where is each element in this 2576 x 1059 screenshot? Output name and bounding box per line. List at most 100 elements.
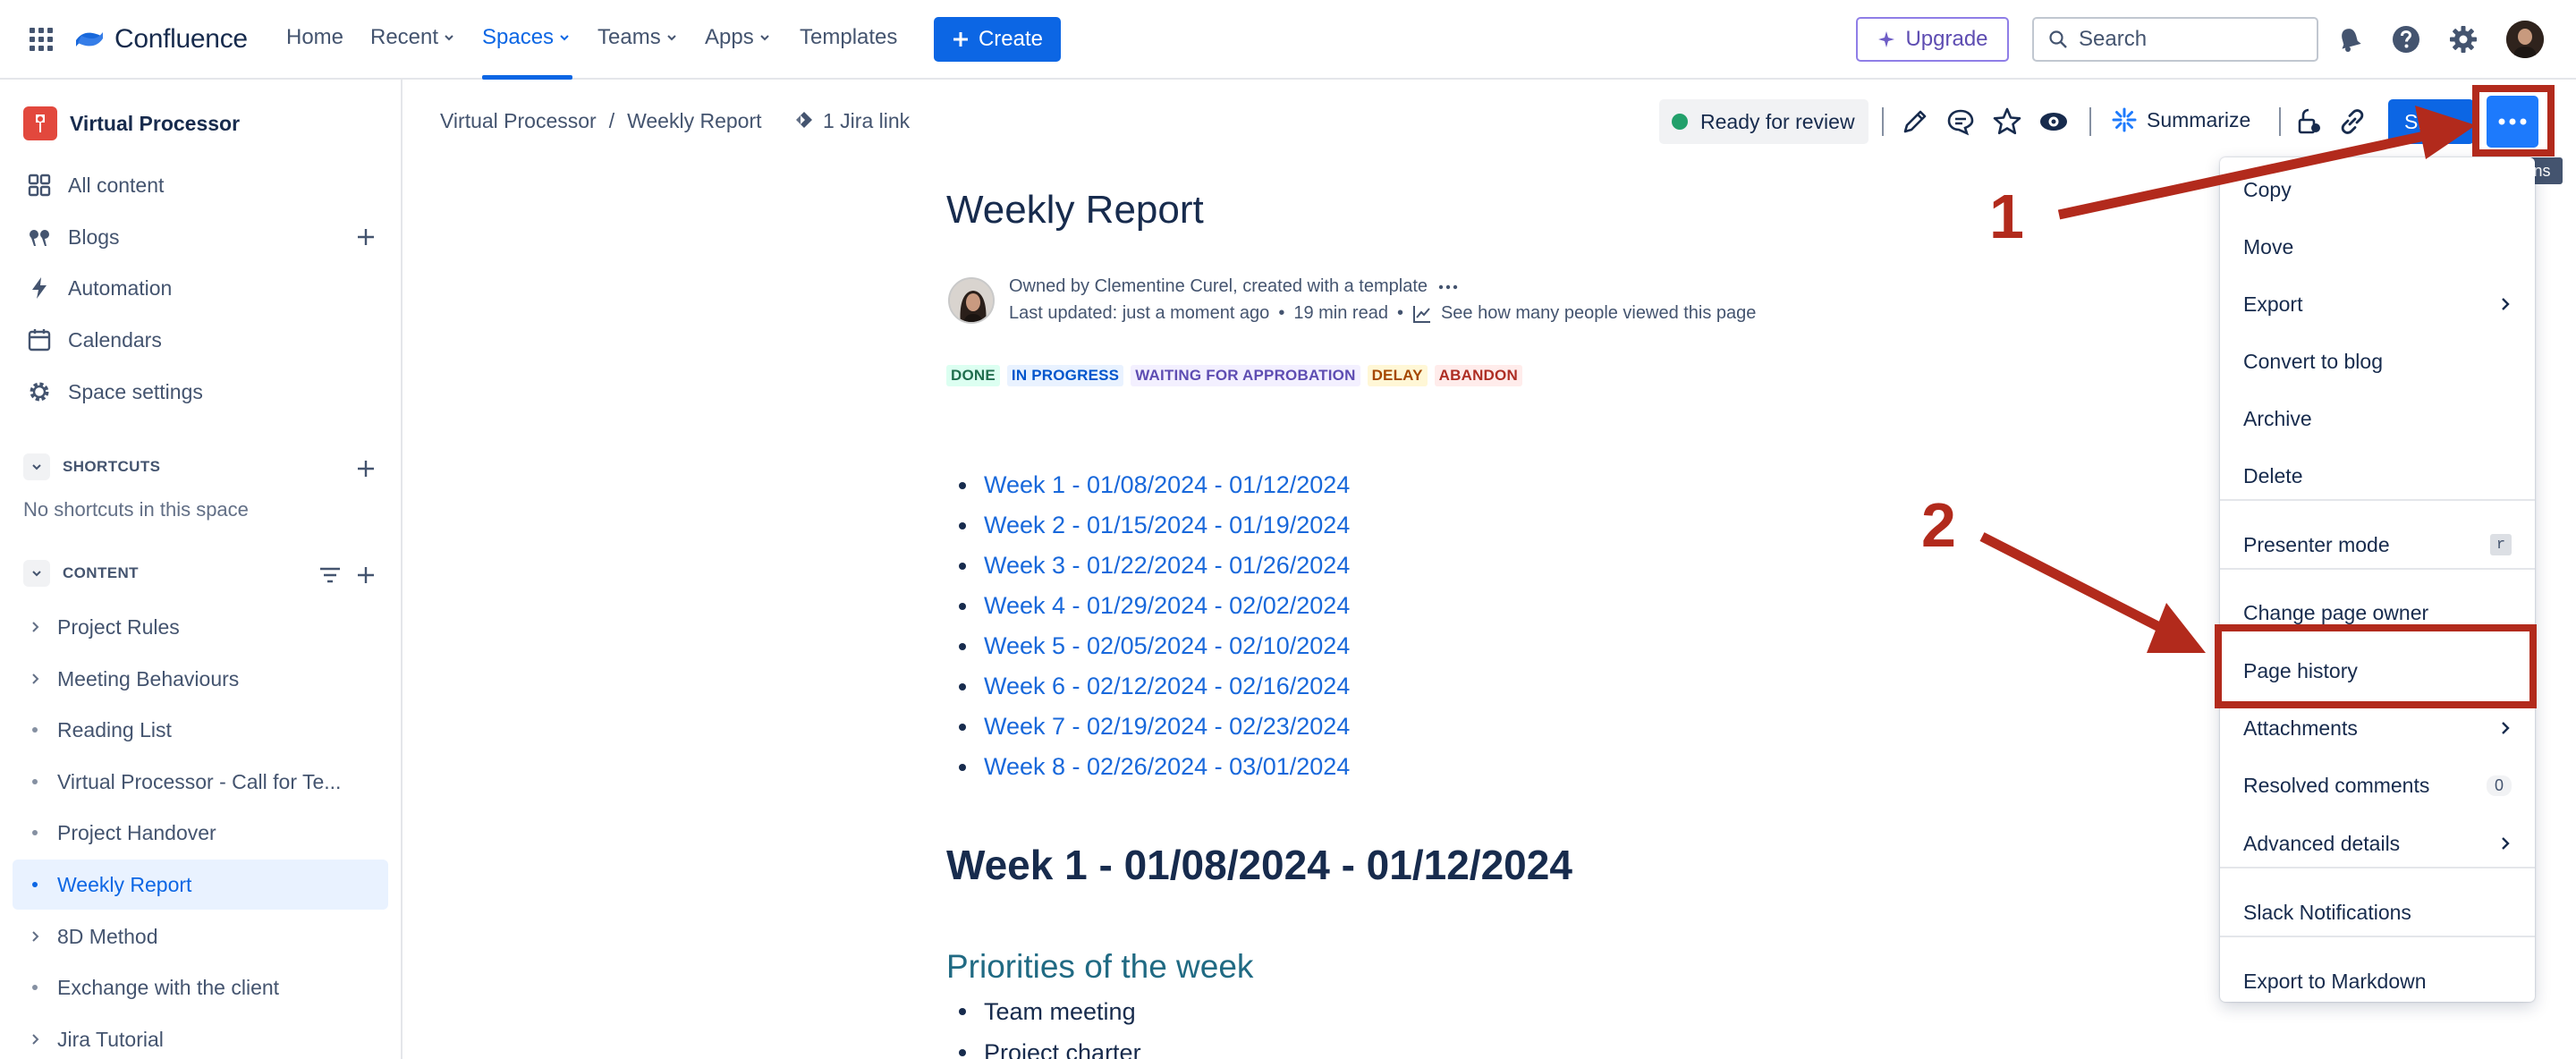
space-header[interactable]: Virtual Processor [23,106,240,140]
menu-item-archive[interactable]: Archive [2220,392,2535,445]
create-button[interactable]: Create [934,17,1061,62]
week-link[interactable]: Week 3 - 01/22/2024 - 01/26/2024 [984,552,1350,580]
menu-item-advanced-details[interactable]: Advanced details [2220,817,2535,870]
search-icon [2049,30,2067,48]
week-link-item[interactable]: Week 7 - 02/19/2024 - 02/23/2024 [959,707,1350,747]
content-section-header[interactable]: CONTENT [23,560,139,587]
menu-item-delete[interactable]: Delete [2220,449,2535,503]
annotation-box-more-actions [2472,85,2555,157]
chevron-right-icon[interactable] [13,673,57,685]
content-tree-item[interactable]: Project Rules [13,602,388,652]
search-input[interactable] [2079,27,2302,52]
week-link-item[interactable]: Week 6 - 02/12/2024 - 02/16/2024 [959,666,1350,707]
sidebar-item-automation[interactable]: Automation [27,275,172,301]
avatar[interactable] [2506,21,2544,58]
star-icon[interactable] [1992,106,2022,137]
byline-more-icon[interactable] [1438,284,1458,291]
header-divider [2089,107,2091,136]
week-link-item[interactable]: Week 1 - 01/08/2024 - 01/12/2024 [959,465,1350,505]
week-link[interactable]: Week 1 - 01/08/2024 - 01/12/2024 [984,471,1350,499]
chevron-right-icon[interactable] [13,1033,57,1046]
add-shortcut-icon[interactable] [353,456,378,481]
summarize-button[interactable]: Summarize [2111,106,2250,133]
owner-avatar[interactable] [948,277,995,324]
edit-pencil-icon[interactable] [1900,106,1930,137]
week-link[interactable]: Week 6 - 02/12/2024 - 02/16/2024 [984,673,1350,700]
page-views-link[interactable]: See how many people viewed this page [1441,303,1756,324]
copy-link-icon[interactable] [2337,106,2368,137]
help-icon[interactable] [2391,24,2421,55]
week-link-item[interactable]: Week 4 - 01/29/2024 - 02/02/2024 [959,586,1350,626]
menu-item-slack-notifications[interactable]: Slack Notifications [2220,885,2535,939]
menu-item-convert-to-blog[interactable]: Convert to blog [2220,335,2535,388]
search-box[interactable] [2032,17,2318,62]
week-links-list: Week 1 - 01/08/2024 - 01/12/2024 Week 2 -… [959,465,1350,787]
jira-link[interactable]: 1 Jira link [792,109,910,133]
week-link[interactable]: Week 4 - 01/29/2024 - 02/02/2024 [984,592,1350,620]
content-tree-item[interactable]: Reading List [13,705,388,755]
sidebar-item-blogs[interactable]: Blogs [27,225,120,250]
add-blog-icon[interactable] [353,225,378,250]
menu-item-move[interactable]: Move [2220,220,2535,274]
nav-recent[interactable]: Recent [370,25,454,50]
chevron-down-icon[interactable] [23,560,50,587]
sidebar-item-space-settings[interactable]: Space settings [27,379,203,404]
content-tree-item[interactable]: Meeting Behaviours [13,654,388,704]
chevron-right-icon[interactable] [13,930,57,943]
summarize-label: Summarize [2147,107,2251,131]
week-link-item[interactable]: Week 3 - 01/22/2024 - 01/26/2024 [959,546,1350,586]
bullet-icon [13,830,57,835]
nav-teams[interactable]: Teams [597,25,677,50]
status-label: Ready for review [1700,109,1855,133]
menu-item-export[interactable]: Export [2220,277,2535,331]
content-tree-item[interactable]: Virtual Processor - Call for Te... [13,757,388,807]
week-link-item[interactable]: Week 5 - 02/05/2024 - 02/10/2024 [959,626,1350,666]
menu-item-resolved-comments[interactable]: Resolved comments 0 [2220,758,2535,812]
restrictions-lock-icon[interactable] [2294,106,2325,137]
shortcuts-section-header[interactable]: SHORTCUTS [23,453,160,480]
bullet-icon [959,521,966,530]
week-link-item[interactable]: Week 2 - 01/15/2024 - 01/19/2024 [959,505,1350,546]
filter-icon[interactable] [318,563,343,588]
week-link[interactable]: Week 7 - 02/19/2024 - 02/23/2024 [984,713,1350,741]
content-tree-item[interactable]: Project Handover [13,808,388,858]
menu-item-attachments[interactable]: Attachments [2220,701,2535,755]
chevron-right-icon[interactable] [13,621,57,633]
nav-templates[interactable]: Templates [800,25,897,50]
upgrade-button[interactable]: Upgrade [1856,17,2009,62]
breadcrumb-separator: / [608,109,615,132]
menu-item-label: Convert to blog [2243,349,2383,373]
owner-avatar-image [950,279,993,322]
sidebar-item-calendars[interactable]: Calendars [27,327,162,352]
confluence-logo[interactable]: Confluence [73,21,248,57]
sidebar-item-all-content[interactable]: All content [27,173,164,198]
menu-item-export-to-markdown[interactable]: Export to Markdown [2220,954,2535,1008]
nav-home[interactable]: Home [286,25,343,50]
share-button[interactable]: Sh [2388,99,2474,144]
nav-apps[interactable]: Apps [705,25,770,50]
content-tree-item[interactable]: Exchange with the client [13,962,388,1012]
comment-icon[interactable] [1945,106,1976,137]
menu-item-presenter-mode[interactable]: Presenter mode r [2220,518,2535,572]
app-switcher-icon[interactable] [27,25,55,54]
menu-item-label: Archive [2243,406,2312,430]
week-link[interactable]: Week 2 - 01/15/2024 - 01/19/2024 [984,512,1350,539]
menu-item-copy[interactable]: Copy [2220,163,2535,216]
week-link[interactable]: Week 8 - 02/26/2024 - 03/01/2024 [984,753,1350,781]
content-tree-item[interactable]: 8D Method [13,911,388,962]
settings-icon[interactable] [2448,24,2479,55]
priorities-list: Team meeting Project charter [959,991,1141,1059]
week-link-item[interactable]: Week 8 - 02/26/2024 - 03/01/2024 [959,747,1350,787]
content-tree-item[interactable]: Jira Tutorial [13,1014,388,1059]
breadcrumb-space[interactable]: Virtual Processor [440,109,597,133]
add-content-icon[interactable] [353,563,378,588]
notifications-icon[interactable] [2334,24,2365,55]
watch-eye-icon[interactable] [2038,106,2069,137]
breadcrumb-page[interactable]: Weekly Report [627,109,761,133]
chevron-down-icon[interactable] [23,453,50,480]
content-tree-item[interactable]: Weekly Report [13,860,388,910]
content-tree-label: Virtual Processor - Call for Te... [57,769,342,793]
nav-spaces[interactable]: Spaces [482,25,570,50]
status-button[interactable]: Ready for review [1659,99,1868,144]
week-link[interactable]: Week 5 - 02/05/2024 - 02/10/2024 [984,632,1350,660]
